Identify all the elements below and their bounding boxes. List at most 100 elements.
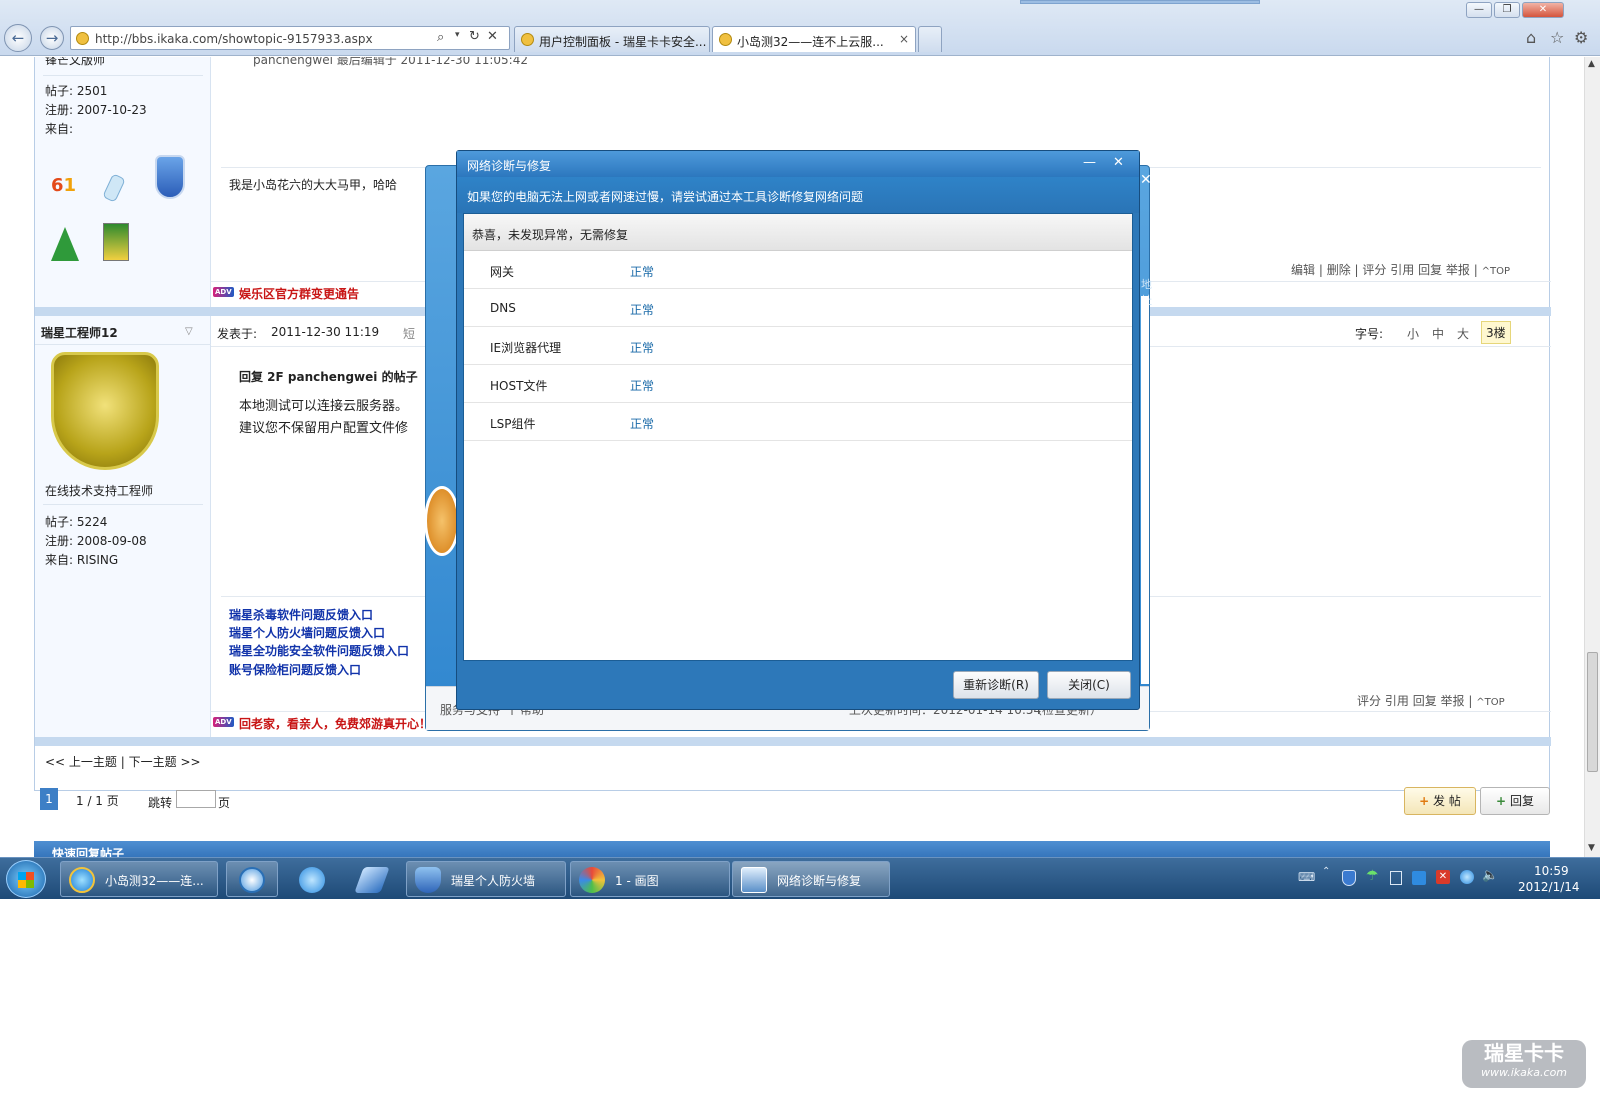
quote-link[interactable]: 引用 bbox=[1390, 263, 1414, 277]
taskbar-label: 瑞星个人防火墙 bbox=[451, 874, 536, 888]
title-bar-edge bbox=[1020, 0, 1260, 4]
user-register-date: 注册: 2007-10-23 bbox=[45, 103, 147, 117]
check-name: IE浏览器代理 bbox=[490, 341, 562, 355]
page-number-current[interactable]: 1 bbox=[40, 788, 58, 810]
volume-icon[interactable]: 🔈 bbox=[1482, 868, 1498, 883]
signature-link-firewall[interactable]: 瑞星个人防火墙问题反馈入口 bbox=[229, 624, 385, 641]
reply-button[interactable]: + 回复 bbox=[1480, 787, 1550, 815]
firewall-shield-icon bbox=[415, 867, 441, 893]
scroll-down-icon[interactable]: ▼ bbox=[1588, 843, 1595, 853]
delete-link[interactable]: 删除 bbox=[1327, 263, 1351, 277]
rediagnose-button[interactable]: 重新诊断(R) bbox=[953, 671, 1039, 699]
tab-user-panel[interactable]: 用户控制面板 - 瑞星卡卡安全... bbox=[514, 26, 710, 52]
ikaka-watermark: 瑞星卡卡 www.ikaka.com bbox=[1462, 1040, 1586, 1088]
maximize-button[interactable]: ❐ bbox=[1494, 2, 1520, 18]
address-text: http://bbs.ikaka.com/showtopic-9157933.a… bbox=[95, 32, 373, 46]
tab-close-icon[interactable]: × bbox=[899, 32, 909, 46]
address-bar[interactable]: http://bbs.ikaka.com/showtopic-9157933.a… bbox=[70, 26, 510, 50]
stop-icon[interactable]: ✕ bbox=[487, 29, 498, 44]
page-summary: 1 / 1 页 bbox=[76, 794, 119, 808]
user-register-date: 注册: 2008-09-08 bbox=[45, 534, 147, 548]
tab-current-topic[interactable]: 小岛测32——连不上云服... × bbox=[712, 26, 916, 52]
scrollbar-thumb[interactable] bbox=[1587, 652, 1598, 772]
taskbar-network-diagnosis[interactable]: 网络诊断与修复 bbox=[732, 861, 890, 897]
dialog-minimize-icon[interactable]: — bbox=[1083, 155, 1096, 170]
forward-button[interactable]: → bbox=[40, 26, 64, 50]
firewall-tray-icon[interactable] bbox=[1342, 870, 1356, 886]
qq-tray-icon[interactable] bbox=[1460, 870, 1474, 884]
taskbar-paint[interactable]: 1 - 画图 bbox=[570, 861, 730, 897]
medal-61-icon: 61 bbox=[51, 175, 77, 196]
user-post-count: 帖子: 5224 bbox=[45, 515, 108, 529]
taskbar-qq[interactable] bbox=[286, 861, 338, 897]
avatar bbox=[51, 352, 159, 470]
signature-link-full-suite[interactable]: 瑞星全功能安全软件问题反馈入口 bbox=[229, 642, 409, 659]
edit-link[interactable]: 编辑 bbox=[1291, 263, 1315, 277]
back-window-close-icon[interactable]: ✕ bbox=[1140, 172, 1152, 188]
scroll-up-icon[interactable]: ▲ bbox=[1588, 59, 1595, 69]
taskbar-media-player[interactable] bbox=[226, 861, 278, 897]
new-tab-button[interactable] bbox=[918, 26, 942, 52]
quote-link[interactable]: 引用 bbox=[1385, 694, 1409, 708]
user-menu-dropdown-icon[interactable]: ▽ bbox=[185, 326, 193, 337]
page-scrollbar[interactable]: ▲ ▼ bbox=[1584, 57, 1600, 857]
rate-link[interactable]: 评分 bbox=[1362, 263, 1386, 277]
jump-page-input[interactable] bbox=[176, 790, 216, 808]
check-row-ie-proxy: IE浏览器代理 正常 bbox=[464, 327, 1132, 365]
tools-gear-icon[interactable]: ⚙ bbox=[1574, 28, 1588, 47]
top-link[interactable]: ^TOP bbox=[1476, 697, 1504, 708]
dialog-close-icon[interactable]: ✕ bbox=[1113, 155, 1124, 170]
tray-expand-icon[interactable]: ⌃ bbox=[1322, 866, 1330, 877]
signature-link-vault[interactable]: 账号保险柜问题反馈入口 bbox=[229, 661, 361, 678]
font-small-link[interactable]: 小 bbox=[1407, 325, 1419, 342]
close-dialog-button[interactable]: 关闭(C) bbox=[1047, 671, 1131, 699]
tray-date[interactable]: 2012/1/14 bbox=[1518, 880, 1580, 894]
home-icon[interactable]: ⌂ bbox=[1526, 28, 1536, 47]
plus-icon: + bbox=[1419, 794, 1430, 808]
ad-link[interactable]: 娱乐区官方群变更通告 bbox=[239, 285, 359, 302]
check-name: 网关 bbox=[490, 265, 515, 279]
umbrella-icon[interactable]: ☂ bbox=[1366, 868, 1379, 884]
taskbar-bird-app[interactable] bbox=[346, 861, 398, 897]
ie-icon bbox=[69, 867, 95, 893]
divider bbox=[43, 504, 203, 505]
minimize-button[interactable]: — bbox=[1466, 2, 1492, 18]
font-medium-link[interactable]: 中 bbox=[1432, 325, 1444, 342]
prev-topic-link[interactable]: << 上一主题 bbox=[45, 755, 117, 769]
taskbar-ie-window[interactable]: 小岛测32——连... bbox=[60, 861, 218, 897]
taskbar-firewall[interactable]: 瑞星个人防火墙 bbox=[406, 861, 566, 897]
dialog-subtitle: 如果您的电脑无法上网或者网速过慢，请尝试通过本工具诊断修复网络问题 bbox=[467, 190, 864, 204]
username[interactable]: 瑞星工程师12 bbox=[41, 324, 118, 341]
report-link[interactable]: 举报 bbox=[1446, 263, 1470, 277]
favorites-star-icon[interactable]: ☆ bbox=[1550, 28, 1564, 47]
tray-time[interactable]: 10:59 bbox=[1534, 864, 1569, 878]
check-status: 正常 bbox=[630, 341, 655, 355]
reply-label: 回复 bbox=[1509, 794, 1534, 808]
reply-link[interactable]: 回复 bbox=[1413, 694, 1437, 708]
network-diagnosis-dialog: 网络诊断与修复 — ✕ 如果您的电脑无法上网或者网速过慢，请尝试通过本工具诊断修… bbox=[456, 150, 1140, 710]
back-button[interactable]: ← bbox=[4, 24, 32, 52]
network-error-icon[interactable]: ✕ bbox=[1436, 870, 1450, 884]
rate-link[interactable]: 评分 bbox=[1357, 694, 1381, 708]
start-button[interactable] bbox=[6, 860, 46, 898]
signature-link-antivirus[interactable]: 瑞星杀毒软件问题反馈入口 bbox=[229, 606, 373, 623]
close-window-button[interactable]: ✕ bbox=[1522, 2, 1564, 18]
watermark-url: www.ikaka.com bbox=[1480, 1066, 1568, 1079]
reply-link[interactable]: 回复 bbox=[1418, 263, 1442, 277]
refresh-icon[interactable]: ↻ bbox=[469, 29, 480, 44]
result-header: 恭喜，未发现异常，无需修复 bbox=[464, 214, 1132, 251]
post-line-2: 建议您不保留用户配置文件修 bbox=[239, 421, 409, 436]
search-icon[interactable]: ⌕ bbox=[437, 30, 444, 45]
top-link[interactable]: ^TOP bbox=[1482, 266, 1510, 277]
keyboard-icon[interactable]: ⌨ bbox=[1298, 870, 1315, 884]
report-link[interactable]: 举报 bbox=[1441, 694, 1465, 708]
new-post-button[interactable]: + 发 帖 bbox=[1404, 787, 1476, 815]
device-icon[interactable] bbox=[1390, 871, 1402, 885]
font-large-link[interactable]: 大 bbox=[1457, 325, 1469, 342]
next-topic-link[interactable]: 下一主题 >> bbox=[129, 755, 201, 769]
user-title: 锋芒文版师 bbox=[45, 57, 106, 67]
app-tray-icon[interactable] bbox=[1412, 871, 1426, 885]
dropdown-icon[interactable]: ▾ bbox=[455, 30, 460, 40]
check-status: 正常 bbox=[630, 417, 655, 431]
back-arrow-icon: ← bbox=[11, 29, 25, 47]
